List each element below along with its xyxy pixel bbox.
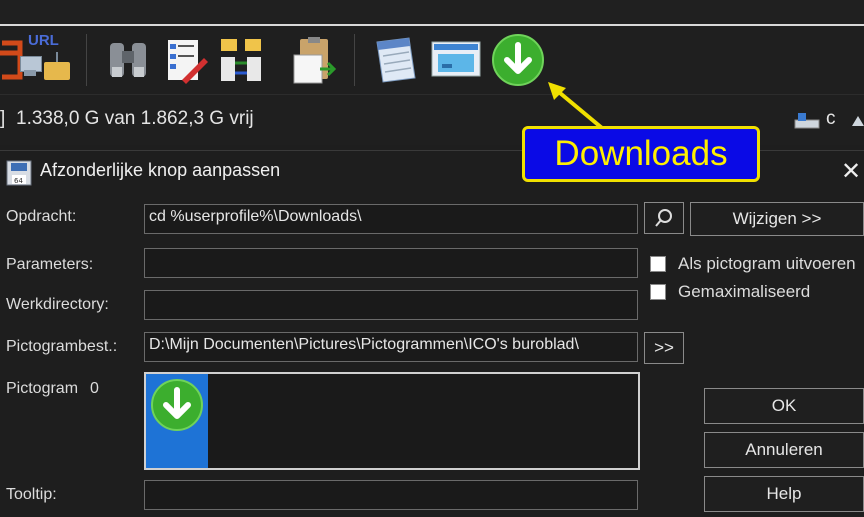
floppy-disk-icon: 64 (6, 160, 32, 186)
button-bar: URL (0, 26, 864, 94)
toolbar-separator (354, 34, 355, 86)
binoculars-icon (110, 43, 146, 77)
sync-dirs-button[interactable] (214, 32, 270, 88)
parameters-field[interactable] (144, 248, 638, 278)
toolbar-separator (86, 34, 87, 86)
workdir-label: Werkdirectory: (6, 296, 109, 313)
ok-button[interactable]: OK (704, 388, 864, 424)
url-text: URL (28, 32, 59, 49)
edit-list-icon (168, 40, 208, 84)
icon-index: 0 (90, 380, 99, 397)
paste-document-icon (293, 37, 337, 84)
browse-command-button[interactable] (644, 202, 684, 234)
run-as-icon-checkbox[interactable] (650, 256, 666, 272)
maximized-checkbox[interactable] (650, 284, 666, 300)
downloads-button[interactable] (490, 32, 546, 88)
browse-iconfile-button[interactable]: >> (644, 332, 684, 364)
command-field[interactable]: cd %userprofile%\Downloads\ (144, 204, 638, 234)
maximized-label[interactable]: Gemaximaliseerd (678, 282, 810, 302)
drive-bracket: ] (0, 108, 6, 129)
url-network-icon: URL (20, 32, 72, 86)
iconfile-label: Pictogrambest.: (6, 338, 118, 355)
multi-rename-button[interactable] (156, 32, 212, 88)
icon-picker-list[interactable] (144, 372, 640, 470)
paste-button[interactable] (286, 32, 342, 88)
find-files-button[interactable] (100, 32, 156, 88)
help-button[interactable]: Help (704, 476, 864, 512)
parameters-label: Parameters: (6, 256, 94, 273)
drive-icon[interactable] (794, 110, 820, 129)
drive-icon-2[interactable] (850, 112, 864, 128)
run-as-icon-label[interactable]: Als pictogram uitvoeren (678, 254, 856, 274)
svg-text:64: 64 (14, 177, 23, 185)
downloads-icon (151, 379, 203, 431)
notepad-icon (376, 37, 416, 83)
tooltip-label: Tooltip: (6, 486, 57, 503)
sync-folders-icon (221, 39, 261, 81)
iconfile-field[interactable]: D:\Mijn Documenten\Pictures\Pictogrammen… (144, 332, 638, 362)
control-panel-icon (431, 41, 481, 77)
change-button[interactable]: Wijzigen >> (690, 202, 864, 236)
drive-letter[interactable]: c (826, 108, 836, 130)
url-button[interactable]: URL (18, 32, 74, 88)
control-panel-button[interactable] (428, 32, 484, 88)
free-space-text: 1.338,0 G van 1.862,3 G vrij (16, 108, 254, 129)
cancel-button[interactable]: Annuleren (704, 432, 864, 468)
command-label: Opdracht: (6, 208, 77, 225)
close-icon[interactable]: ✕ (838, 156, 864, 186)
downloads-callout: Downloads (522, 126, 760, 182)
icon-label: Pictogram (6, 380, 79, 397)
icon-selected-cell[interactable] (146, 374, 208, 468)
dialog-title: Afzonderlijke knop aanpassen (40, 160, 281, 180)
search-icon (655, 209, 672, 227)
notepad-button[interactable] (366, 32, 422, 88)
downloads-icon (492, 34, 544, 86)
workdir-field[interactable] (144, 290, 638, 320)
window-top-strip (0, 0, 864, 26)
tooltip-field[interactable] (144, 480, 638, 510)
